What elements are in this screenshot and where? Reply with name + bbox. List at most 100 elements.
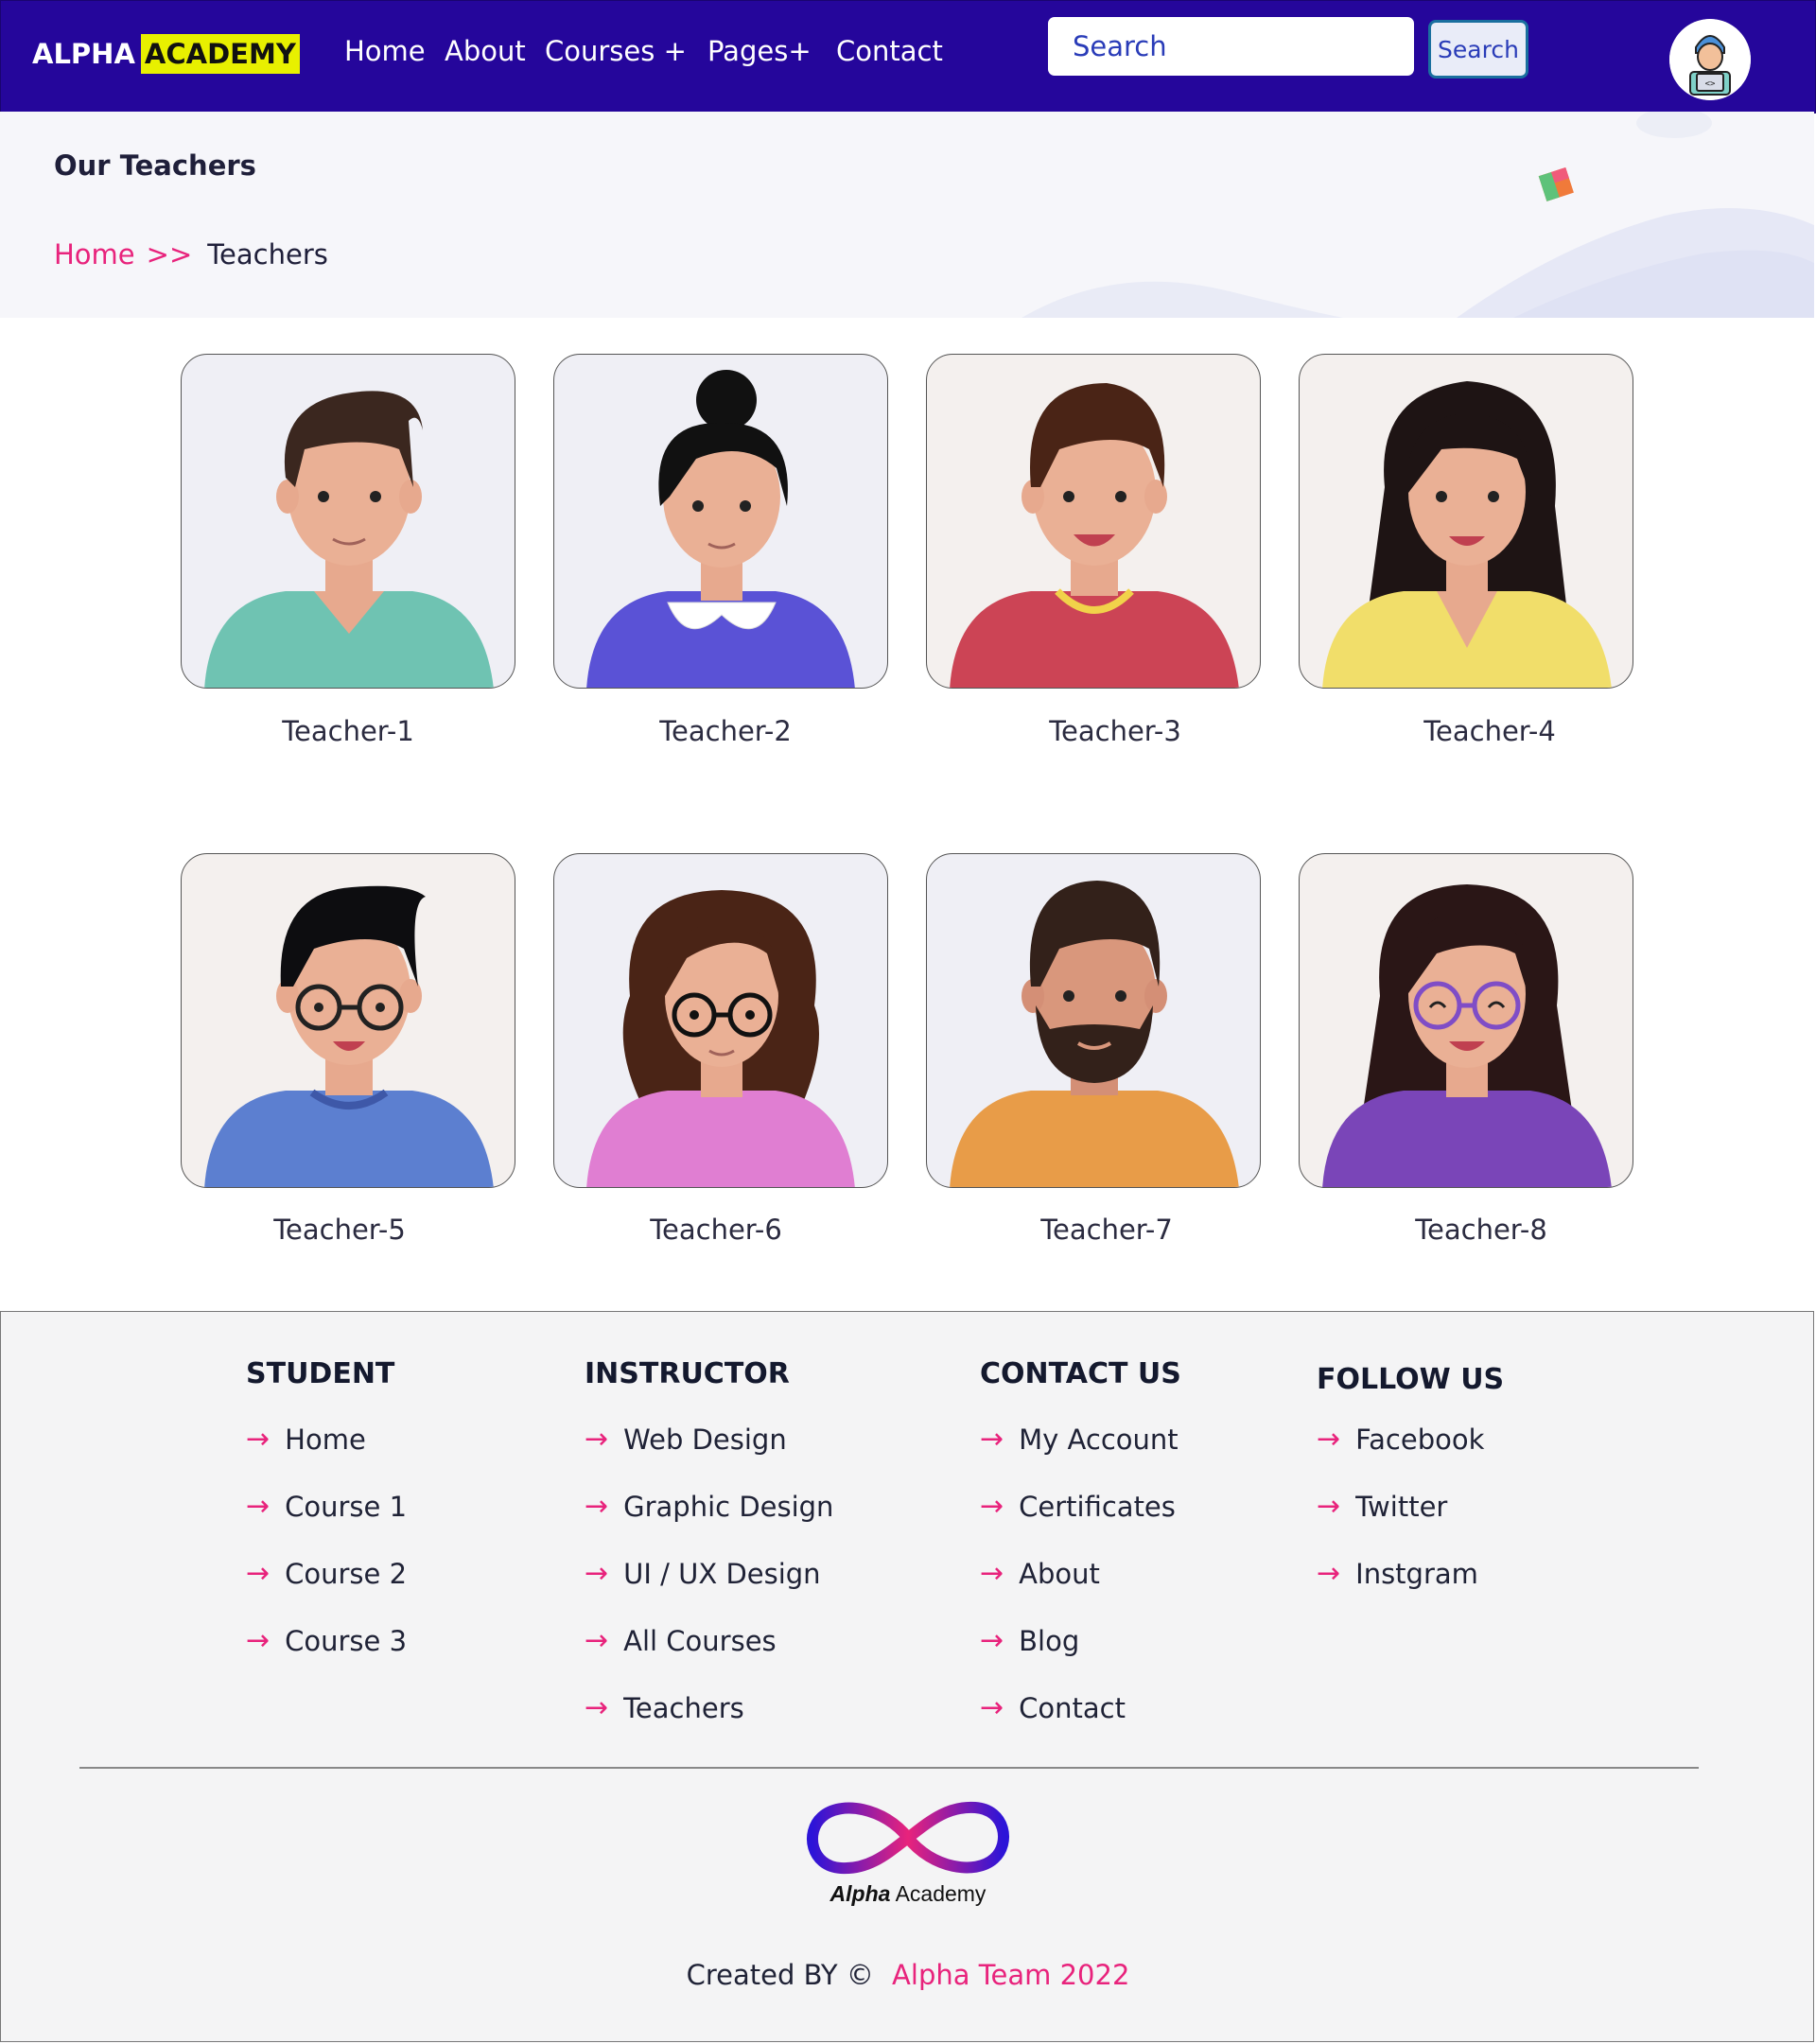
nav-home[interactable]: Home [344, 35, 426, 67]
arrow-right-icon: → [1317, 1423, 1341, 1456]
footer-link-about[interactable]: → About [980, 1557, 1100, 1590]
footer-link-certificates[interactable]: → Certificates [980, 1490, 1176, 1523]
copyright-label: Created BY © [686, 1959, 874, 1991]
teacher-card-6[interactable] [553, 853, 888, 1188]
teacher-card-7[interactable] [926, 853, 1261, 1188]
footer-link-all-courses[interactable]: → All Courses [585, 1624, 777, 1657]
logo-word-alpha: Alpha [829, 1881, 891, 1906]
footer-link-home[interactable]: → Home [246, 1423, 366, 1456]
arrow-right-icon: → [246, 1624, 271, 1657]
search-box [1048, 17, 1414, 76]
infinity-logo-icon [807, 1801, 1009, 1875]
footer-logo-text: Alpha Academy [794, 1881, 1022, 1907]
teacher-name-2: Teacher-2 [659, 715, 792, 747]
teacher-avatar-female-glasses-icon [586, 890, 855, 1187]
nav-about[interactable]: About [445, 35, 526, 67]
teacher-avatar-male-glasses-icon [204, 885, 494, 1187]
teacher-card-8[interactable] [1299, 853, 1633, 1188]
teacher-name-4: Teacher-4 [1423, 715, 1556, 747]
page-title: Our Teachers [54, 149, 256, 182]
teacher-card-4[interactable] [1299, 354, 1633, 689]
footer-link-my-account[interactable]: → My Account [980, 1423, 1179, 1456]
footer-link-instagram[interactable]: → Instgram [1317, 1557, 1478, 1590]
arrow-right-icon: → [980, 1423, 1004, 1456]
page-banner: Our Teachers Home >> Teachers [0, 112, 1814, 318]
footer-heading-instructor: INSTRUCTOR [585, 1357, 790, 1390]
teacher-avatar-female-glasses-icon [1322, 884, 1612, 1187]
footer-link-label: Teachers [623, 1691, 744, 1724]
brand-name-part2: ACADEMY [140, 34, 300, 74]
arrow-right-icon: → [246, 1423, 271, 1456]
teacher-card-5[interactable] [181, 853, 515, 1188]
footer-link-label: My Account [1019, 1423, 1179, 1456]
copyright: Created BY © Alpha Team 2022 [1, 1959, 1815, 1991]
brand-name-part1: ALPHA [32, 38, 135, 70]
developer-avatar-icon: <> [1669, 19, 1751, 100]
footer-link-label: All Courses [623, 1624, 777, 1657]
footer-link-web-design[interactable]: → Web Design [585, 1423, 787, 1456]
footer-link-twitter[interactable]: → Twitter [1317, 1490, 1447, 1523]
svg-text:<>: <> [1705, 79, 1716, 89]
breadcrumb-home-link[interactable]: Home [54, 238, 135, 271]
arrow-right-icon: → [585, 1557, 609, 1590]
footer-logo[interactable]: Alpha Academy [794, 1791, 1022, 1913]
search-input[interactable] [1071, 29, 1391, 63]
footer-link-label: Contact [1019, 1691, 1126, 1724]
breadcrumb-current: Teachers [207, 238, 328, 271]
arrow-right-icon: → [980, 1557, 1004, 1590]
teacher-card-1[interactable] [181, 354, 515, 689]
teacher-name-1: Teacher-1 [282, 715, 414, 747]
footer-link-facebook[interactable]: → Facebook [1317, 1423, 1484, 1456]
arrow-right-icon: → [980, 1624, 1004, 1657]
teacher-name-6: Teacher-6 [650, 1214, 782, 1246]
arrow-right-icon: → [980, 1490, 1004, 1523]
footer-link-label: Course 2 [285, 1557, 408, 1590]
arrow-right-icon: → [1317, 1490, 1341, 1523]
brand-logo[interactable]: ALPHA ACADEMY [32, 30, 300, 78]
user-avatar[interactable]: <> [1669, 19, 1751, 100]
teacher-card-2[interactable] [553, 354, 888, 689]
footer-link-label: Graphic Design [623, 1490, 834, 1523]
footer-link-label: About [1019, 1557, 1100, 1590]
arrow-right-icon: → [585, 1624, 609, 1657]
footer-link-course-1[interactable]: → Course 1 [246, 1490, 407, 1523]
footer-link-label: Home [285, 1423, 366, 1456]
teacher-avatar-female-icon [586, 370, 855, 688]
footer-link-contact[interactable]: → Contact [980, 1691, 1126, 1724]
footer-link-label: Certificates [1019, 1490, 1176, 1523]
teacher-name-3: Teacher-3 [1049, 715, 1181, 747]
footer-link-label: Facebook [1355, 1423, 1485, 1456]
breadcrumb-separator: >> [146, 238, 193, 271]
copyright-team-link[interactable]: Alpha Team 2022 [892, 1959, 1129, 1991]
footer-link-blog[interactable]: → Blog [980, 1624, 1079, 1657]
teacher-card-3[interactable] [926, 354, 1261, 689]
teacher-name-5: Teacher-5 [273, 1214, 406, 1246]
teacher-avatar-male-icon [204, 391, 494, 688]
nav-pages[interactable]: Pages+ [707, 35, 812, 67]
arrow-right-icon: → [585, 1691, 609, 1724]
arrow-right-icon: → [1317, 1557, 1341, 1590]
footer-link-graphic-design[interactable]: → Graphic Design [585, 1490, 833, 1523]
breadcrumb: Home >> Teachers [54, 238, 328, 271]
footer-link-ui-ux-design[interactable]: → UI / UX Design [585, 1557, 821, 1590]
search-button[interactable]: Search [1428, 20, 1528, 79]
arrow-right-icon: → [246, 1490, 271, 1523]
footer-link-teachers[interactable]: → Teachers [585, 1691, 744, 1724]
banner-wave-decoration [1022, 112, 1814, 318]
arrow-right-icon: → [246, 1557, 271, 1590]
footer-heading-follow: FOLLOW US [1317, 1363, 1505, 1396]
footer-link-course-2[interactable]: → Course 2 [246, 1557, 407, 1590]
teacher-name-8: Teacher-8 [1415, 1214, 1547, 1246]
arrow-right-icon: → [980, 1691, 1004, 1724]
footer-link-label: Instgram [1355, 1557, 1478, 1590]
footer-link-label: Web Design [623, 1423, 787, 1456]
nav-contact[interactable]: Contact [836, 35, 943, 67]
nav-courses[interactable]: Courses + [545, 35, 687, 67]
footer-link-course-3[interactable]: → Course 3 [246, 1624, 407, 1657]
footer-heading-contact: CONTACT US [980, 1357, 1181, 1390]
footer-link-label: Twitter [1355, 1490, 1448, 1523]
teacher-avatar-male-beard-icon [950, 881, 1239, 1187]
footer-heading-student: STUDENT [246, 1357, 395, 1390]
footer-link-label: Blog [1019, 1624, 1080, 1657]
footer-link-label: Course 1 [285, 1490, 408, 1523]
